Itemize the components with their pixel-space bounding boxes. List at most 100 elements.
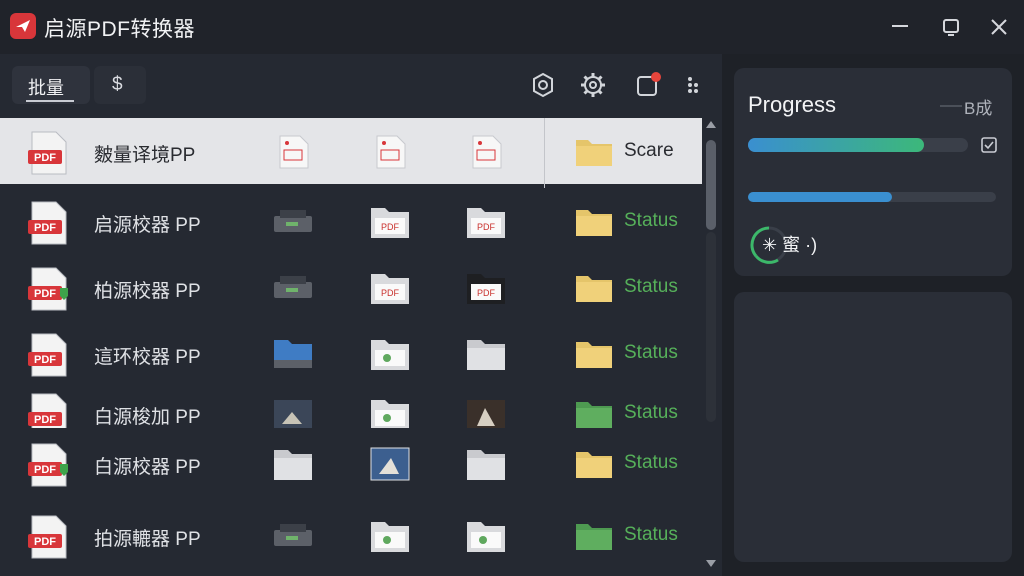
checkbox-icon[interactable]: [980, 136, 998, 154]
progress-title: Progress: [748, 92, 837, 117]
file-status: Status: [624, 210, 678, 231]
green-folder-icon: [371, 340, 409, 370]
svg-text:PDF: PDF: [34, 536, 56, 548]
image-thumb-icon: [370, 447, 410, 481]
svg-text:PDF: PDF: [34, 464, 56, 476]
file-status: Status: [624, 342, 678, 363]
file-row[interactable]: PDF 白源梭加 PP Status: [0, 380, 702, 428]
pdf-file-verified-icon: PDF: [28, 267, 68, 311]
app-title: 启源PDF转换器: [44, 18, 195, 41]
gear-button[interactable]: [579, 71, 607, 99]
file-row[interactable]: PDF 拍源轆器 PP Status: [0, 502, 702, 568]
file-name: 启源校器 PP: [94, 215, 201, 236]
more-button[interactable]: [684, 71, 712, 99]
gear-icon: [581, 73, 605, 97]
tab-bar: 批量 $: [0, 54, 722, 118]
column-separator: [544, 118, 545, 188]
file-name: 柏源校器 PP: [94, 281, 201, 302]
progress-bar-secondary-fill: [748, 192, 892, 202]
file-row[interactable]: PDF 柏源校器 PP PDF PDF Status: [0, 254, 702, 320]
image-thumb-icon: [467, 400, 505, 428]
tab-batch[interactable]: 批量: [12, 66, 90, 104]
close-icon: [991, 19, 1007, 35]
printer-icon: [274, 524, 312, 546]
active-tab-underline: [26, 100, 74, 102]
pdf-file-icon: PDF: [28, 131, 67, 175]
progress-bar-primary: [748, 138, 968, 152]
pdf-file-icon: PDF: [28, 333, 67, 377]
file-name: 白源校器 PP: [94, 457, 201, 478]
printer-icon: [274, 276, 312, 298]
progress-bar-primary-fill: [748, 138, 924, 152]
pdf-folder-icon: PDF: [371, 208, 409, 238]
notification-button[interactable]: [634, 71, 662, 99]
file-row[interactable]: PDF 启源校器 PP PDF PDF Status: [0, 188, 702, 254]
pdf-folder-icon: PDF: [467, 274, 505, 304]
close-button[interactable]: [983, 12, 1013, 40]
file-row[interactable]: PDF 白源校器 PP Status: [0, 430, 702, 496]
tab-batch-label: 批量: [28, 78, 64, 98]
svg-text:PDF: PDF: [34, 414, 56, 426]
file-name: 這环校器 PP: [94, 347, 201, 368]
svg-text:PDF: PDF: [34, 222, 56, 234]
pdf-folder-icon: PDF: [371, 274, 409, 304]
folder-icon: [576, 210, 612, 236]
file-row[interactable]: PDF 這环校器 PP Status: [0, 320, 702, 386]
svg-text:PDF: PDF: [381, 222, 400, 232]
minimize-button[interactable]: [884, 12, 914, 40]
scroll-up-icon[interactable]: [704, 118, 718, 130]
details-card: [734, 292, 1012, 562]
settings-icon: [533, 72, 553, 98]
tab-dollar-label: $: [112, 74, 123, 95]
notification-window-icon: [637, 72, 661, 96]
pdf-folder-icon: PDF: [467, 208, 505, 238]
scrollbar-track: [706, 232, 716, 422]
scroll-down-icon[interactable]: [704, 558, 718, 570]
progress-bar-secondary: [748, 192, 996, 202]
pdf-file-icon: PDF: [28, 201, 67, 245]
pdf-file-icon: PDF: [28, 515, 67, 559]
green-folder-icon: [371, 522, 409, 552]
progress-card: Progress B成 ✳ 蜜 ·): [734, 68, 1012, 276]
folder-icon: [576, 140, 612, 166]
file-list-panel: 批量 $ PDF 麬量译境PP Scare PDF 启源校器 PP PDF PD…: [0, 54, 722, 576]
printer-icon: [274, 210, 312, 232]
green-folder-status-icon: [576, 402, 612, 428]
file-name: 白源梭加 PP: [94, 407, 201, 428]
pdf-doc-icon: [472, 135, 502, 169]
folder-icon: [576, 452, 612, 478]
svg-text:PDF: PDF: [34, 354, 56, 366]
grey-folder-icon: [467, 340, 505, 370]
blue-folder-icon: [274, 340, 312, 368]
svg-text:PDF: PDF: [477, 222, 496, 232]
app-logo-icon: [10, 13, 36, 39]
svg-text:PDF: PDF: [34, 288, 56, 300]
pdf-doc-icon: [279, 135, 309, 169]
pdf-file-icon: PDF: [28, 393, 67, 428]
green-folder-icon: [371, 400, 409, 428]
svg-text:PDF: PDF: [34, 152, 56, 164]
minimize-icon: [892, 25, 908, 27]
folder-icon: [576, 342, 612, 368]
green-folder-status-icon: [576, 524, 612, 550]
file-name: 拍源轆器 PP: [94, 529, 201, 550]
pdf-doc-icon: [376, 135, 406, 169]
grey-folder-icon: [274, 450, 312, 480]
image-thumb-icon: [274, 400, 312, 428]
file-name: 麬量译境PP: [94, 145, 196, 166]
file-status: Scare: [624, 140, 674, 161]
file-status: Status: [624, 452, 678, 473]
file-row[interactable]: PDF 麬量译境PP Scare: [0, 118, 702, 188]
tab-dollar[interactable]: $: [94, 66, 146, 104]
file-status: Status: [624, 402, 678, 423]
spinner-status-text: ✳ 蜜 ·): [762, 235, 818, 255]
pdf-file-verified-icon: PDF: [28, 443, 68, 487]
maximize-icon: [943, 19, 959, 36]
maximize-button[interactable]: [935, 12, 965, 40]
scrollbar-thumb[interactable]: [706, 140, 716, 230]
folder-icon: [576, 276, 612, 302]
file-status: Status: [624, 276, 678, 297]
settings-button[interactable]: [529, 71, 557, 99]
file-status: Status: [624, 524, 678, 545]
title-bar: 启源PDF转换器: [0, 0, 1024, 54]
